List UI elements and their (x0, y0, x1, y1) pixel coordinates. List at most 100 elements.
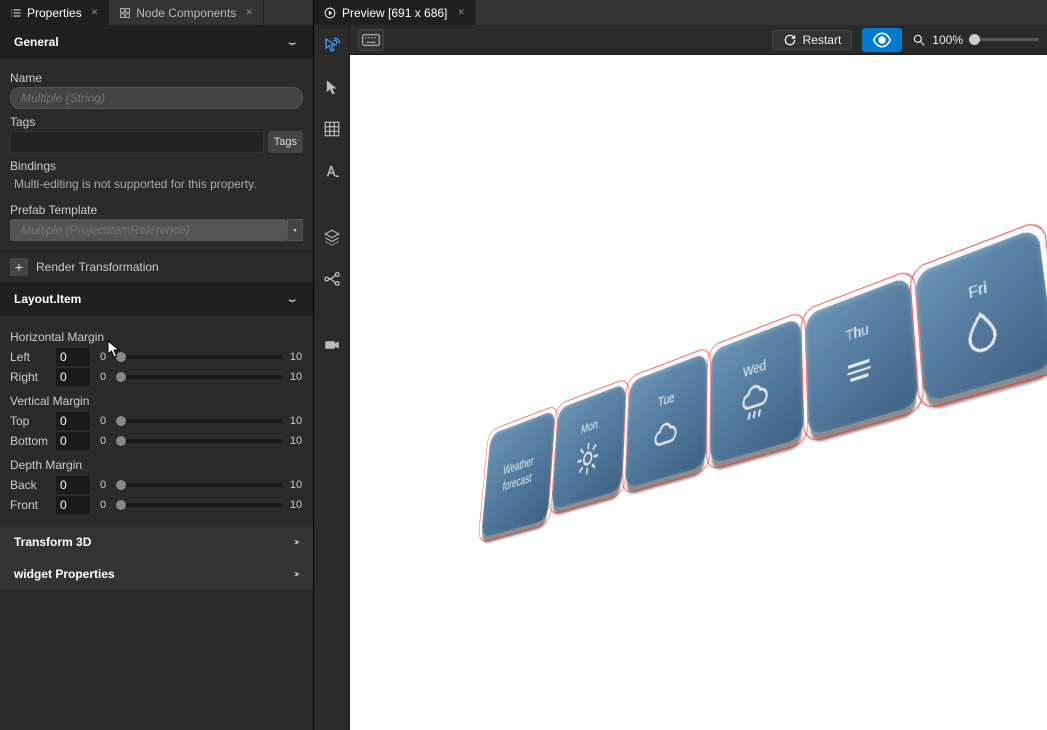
tile-mon[interactable]: Mon (552, 383, 627, 510)
rain-icon (740, 379, 771, 428)
horizontal-margin-label: Horizontal Margin (10, 330, 303, 344)
slider-max: 10 (289, 371, 303, 383)
section-title: General (14, 35, 59, 49)
tab-label: Preview [691 x 686] (342, 6, 447, 20)
zoom-control: 100% (912, 33, 1039, 47)
bottom-slider[interactable] (116, 439, 283, 443)
slider-thumb[interactable] (969, 34, 980, 45)
top-value-input[interactable] (56, 412, 90, 430)
slider-max: 10 (289, 415, 303, 427)
play-icon (324, 7, 336, 19)
day-label: Fri (968, 277, 988, 302)
tool-grid[interactable] (318, 115, 346, 143)
margin-row-front: Front 0 10 (10, 496, 303, 514)
tab-properties[interactable]: Properties ✕ (0, 0, 109, 25)
back-slider[interactable] (116, 483, 283, 487)
forecast-title: Weather forecast (498, 452, 539, 497)
tab-label: Node Components (136, 6, 236, 20)
margin-row-bottom: Bottom 0 10 (10, 432, 303, 450)
chevron-down-icon: ⌄ (286, 293, 299, 305)
visibility-button[interactable] (862, 28, 902, 52)
section-general-header[interactable]: General ⌄ (0, 25, 313, 59)
right-value-input[interactable] (56, 368, 90, 386)
name-input[interactable] (10, 87, 303, 109)
section-general-content: Name Tags Tags Bindings Multi-editing is… (0, 59, 313, 251)
slider-min: 0 (96, 415, 110, 427)
components-icon (119, 7, 131, 19)
chevron-right-icon (294, 537, 299, 548)
slider-min: 0 (96, 499, 110, 511)
bottom-value-input[interactable] (56, 432, 90, 450)
name-label: Name (10, 71, 303, 85)
eye-icon (872, 30, 892, 50)
close-icon[interactable]: ✕ (245, 7, 253, 18)
add-button[interactable]: + (10, 258, 28, 276)
close-icon[interactable]: ✕ (457, 7, 465, 18)
slider-thumb[interactable] (116, 436, 126, 446)
zoom-value: 100% (932, 33, 963, 47)
tool-column (314, 25, 350, 730)
slider-thumb[interactable] (116, 416, 126, 426)
section-layout-content: Horizontal Margin Left 0 10 Right 0 10 V… (0, 316, 313, 526)
left-panel-tabs: Properties ✕ Node Components ✕ (0, 0, 313, 25)
section-title: widget Properties (14, 567, 115, 581)
tags-button[interactable]: Tags (268, 131, 303, 153)
restart-button[interactable]: Restart (772, 30, 853, 50)
slider-max: 10 (289, 435, 303, 447)
section-transform3d-header[interactable]: Transform 3D (0, 526, 313, 558)
panel-body: General ⌄ Name Tags Tags Bindings Multi-… (0, 25, 313, 730)
tags-label: Tags (10, 115, 303, 129)
slider-thumb[interactable] (116, 352, 126, 362)
front-value-input[interactable] (56, 496, 90, 514)
tool-interact[interactable] (318, 31, 346, 59)
tool-text[interactable] (318, 157, 346, 185)
pointer-icon (323, 78, 341, 96)
front-slider[interactable] (116, 503, 283, 507)
tool-flow[interactable] (318, 265, 346, 293)
right-slider[interactable] (116, 375, 283, 379)
tab-preview[interactable]: Preview [691 x 686] ✕ (314, 0, 476, 25)
side-label: Back (10, 478, 50, 492)
back-value-input[interactable] (56, 476, 90, 494)
keyboard-button[interactable] (358, 29, 384, 51)
slider-thumb[interactable] (116, 480, 126, 490)
margin-row-back: Back 0 10 (10, 476, 303, 494)
side-label: Right (10, 370, 50, 384)
slider-thumb[interactable] (116, 500, 126, 510)
left-slider[interactable] (116, 355, 283, 359)
section-widget-props-header[interactable]: widget Properties (0, 558, 313, 590)
tile-tue[interactable]: Tue (626, 352, 708, 488)
preview-panel: Preview [691 x 686] ✕ (314, 0, 1047, 730)
section-layout-header[interactable]: Layout.Item ⌄ (0, 282, 313, 316)
tool-select[interactable] (318, 73, 346, 101)
slider-max: 10 (289, 499, 303, 511)
close-icon[interactable]: ✕ (91, 7, 99, 18)
restart-icon (783, 33, 797, 47)
vertical-margin-label: Vertical Margin (10, 394, 303, 408)
slider-max: 10 (289, 479, 303, 491)
tile-thu[interactable]: Thu (806, 276, 919, 436)
tags-input[interactable] (10, 131, 264, 153)
side-label: Bottom (10, 434, 50, 448)
left-value-input[interactable] (56, 348, 90, 366)
top-slider[interactable] (116, 419, 283, 423)
tool-camera[interactable] (318, 331, 346, 359)
depth-margin-label: Depth Margin (10, 458, 303, 472)
tab-node-components[interactable]: Node Components ✕ (109, 0, 264, 25)
prefab-input[interactable] (10, 219, 287, 241)
day-label: Mon (581, 416, 598, 436)
tile-title[interactable]: Weather forecast (481, 410, 555, 538)
tile-fri[interactable]: Fri (915, 227, 1047, 403)
render-transformation-row: + Render Transformation (0, 251, 313, 282)
day-label: Tue (658, 389, 675, 410)
preview-canvas[interactable]: Weather forecast Mon Tue (350, 55, 1047, 730)
slider-thumb[interactable] (116, 372, 126, 382)
cursor-click-icon (323, 36, 341, 54)
camera-icon (323, 336, 341, 354)
selection-outline (909, 218, 1047, 412)
prefab-dropdown-button[interactable]: ▪ (287, 219, 303, 241)
zoom-slider[interactable] (969, 38, 1039, 41)
tool-layers[interactable] (318, 223, 346, 251)
tile-wed[interactable]: Wed (711, 317, 805, 464)
list-icon (10, 7, 22, 19)
